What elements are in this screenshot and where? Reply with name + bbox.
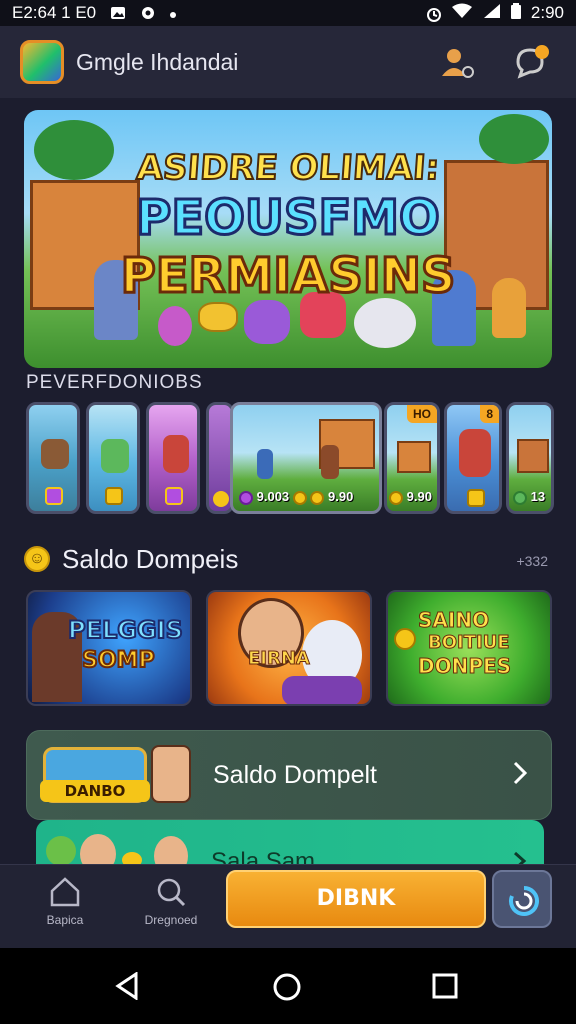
- gem-icon: [239, 491, 253, 505]
- card-badge: HO: [407, 405, 437, 423]
- game-card[interactable]: HO 9.90: [384, 402, 440, 514]
- refresh-button[interactable]: [492, 870, 552, 928]
- section-title: Saldo Dompeis: [62, 544, 239, 574]
- promo-card[interactable]: EIRNA: [206, 590, 372, 706]
- alarm-icon: [425, 5, 441, 22]
- status-bar: E2:64 1 E0 2:90: [0, 0, 576, 26]
- gem-icon: [46, 836, 76, 866]
- section-title: PEVERFDONIOBS: [26, 372, 203, 393]
- battery-icon: [510, 2, 521, 24]
- app-header: Gmgle Ihdandai: [0, 26, 576, 98]
- promo-subtitle: SOMP: [81, 647, 156, 674]
- game-card[interactable]: [146, 402, 200, 514]
- creature-illustration: [244, 300, 290, 344]
- character-illustration: [321, 445, 339, 479]
- status-time-right: 2:90: [530, 3, 564, 22]
- hero-title-line3: PERMIASINS: [119, 247, 457, 306]
- character-illustration: [257, 449, 273, 479]
- app-logo-icon[interactable]: [20, 40, 64, 84]
- wallet-badge: DANBO: [40, 780, 150, 802]
- featured-game-card[interactable]: 9.003 9.90: [230, 402, 382, 514]
- nav-search-label: Dregnoed: [144, 913, 198, 927]
- home-circle-icon[interactable]: [272, 972, 302, 1007]
- recents-icon[interactable]: [432, 973, 458, 1004]
- hero-banner[interactable]: ASIDRE OLIMAI: PEOUSFMO PERMIASINS: [24, 110, 552, 368]
- promo-title: PELGGIS: [67, 615, 184, 645]
- hero-title-line2: PEOUSFMO: [135, 189, 442, 248]
- chat-icon[interactable]: [512, 42, 552, 82]
- coin-icon: [513, 491, 527, 505]
- card-badge: 8: [480, 405, 499, 423]
- chevron-right-icon: [511, 759, 531, 794]
- signal-icon: [483, 3, 501, 24]
- creature-illustration: [158, 306, 192, 346]
- character-illustration: [459, 429, 491, 477]
- promo-subtitle: BOITIUE: [428, 632, 511, 654]
- wallet-label: Saldo Dompelt: [213, 761, 377, 789]
- card-value: 9.003 9.90: [239, 489, 353, 505]
- game-card[interactable]: 13: [506, 402, 554, 514]
- user-icon[interactable]: [436, 42, 476, 82]
- app-title: Gmgle Ihdandai: [76, 48, 239, 75]
- house-illustration: [397, 441, 431, 473]
- primary-action-button[interactable]: DIBNK: [226, 870, 486, 928]
- status-time-left: E2:64 1 E0: [12, 3, 97, 22]
- promo-title: SAINO: [417, 608, 490, 633]
- promo-subtitle: DONPES: [417, 654, 512, 679]
- house-illustration: [517, 439, 549, 473]
- game-card[interactable]: 8: [444, 402, 502, 514]
- coin-icon: [292, 491, 307, 505]
- dot-icon: [170, 3, 177, 23]
- back-icon[interactable]: [114, 971, 142, 1005]
- system-nav-bar: [0, 948, 576, 1024]
- coin-icon: [105, 487, 123, 505]
- card-value: 9.90: [389, 489, 432, 505]
- promo-card[interactable]: SAINO BOITIUE DONPES: [386, 590, 552, 706]
- coin-icon: [389, 491, 403, 505]
- wallet-treasure-icon: DANBO: [40, 747, 150, 803]
- hero-title-line1: ASIDRE OLIMAI:: [134, 147, 441, 189]
- wallet-balance-card[interactable]: DANBO Saldo Dompelt: [26, 730, 552, 820]
- gem-icon: [165, 487, 183, 505]
- card-value: 13: [513, 489, 545, 505]
- game-card[interactable]: [86, 402, 140, 514]
- ghost-illustration: [354, 298, 416, 348]
- promo-card[interactable]: PELGGIS SOMP: [26, 590, 192, 706]
- nav-home-label: Bapica: [46, 913, 84, 927]
- creature-illustration: [41, 439, 69, 469]
- game-card[interactable]: [26, 402, 80, 514]
- coin-icon: [310, 491, 325, 505]
- refresh-icon: [507, 884, 541, 923]
- wallet-secondary-card[interactable]: Sala Sam: [36, 820, 544, 870]
- coin-icon: [213, 491, 229, 507]
- coin-icon: [467, 489, 485, 507]
- home-icon: [48, 875, 82, 909]
- gem-icon: [45, 487, 63, 505]
- avatar: [151, 745, 191, 803]
- settings-icon: [140, 5, 156, 21]
- smile-icon: ☺: [24, 546, 50, 572]
- coin-icon: [394, 628, 416, 650]
- image-icon: [110, 5, 126, 21]
- character-illustration: [101, 439, 129, 473]
- nav-item-search[interactable]: Dregnoed: [126, 875, 216, 927]
- wifi-icon: [451, 3, 473, 24]
- character-illustration: [163, 435, 189, 473]
- section-more-link[interactable]: +332: [516, 553, 548, 569]
- mascot-body-illustration: [282, 676, 362, 704]
- promo-title: EIRNA: [248, 648, 311, 670]
- nav-item-home[interactable]: Bapica: [20, 875, 110, 927]
- search-icon: [154, 875, 188, 909]
- gold-pile-illustration: [198, 302, 238, 332]
